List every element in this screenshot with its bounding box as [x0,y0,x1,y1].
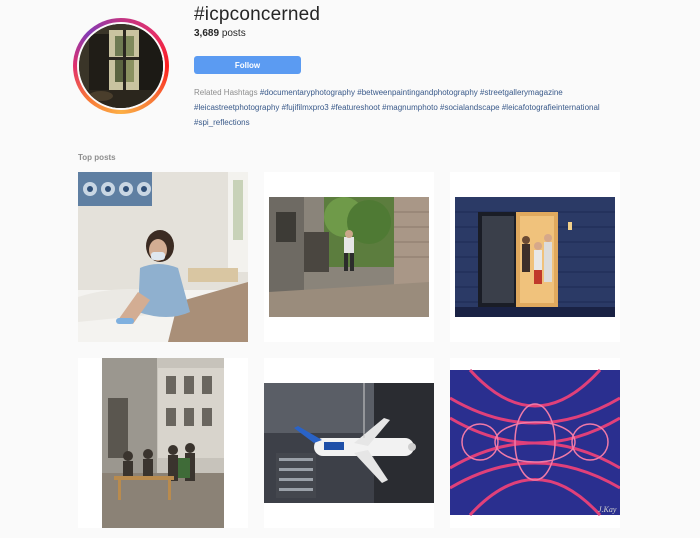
profile-avatar-ring[interactable] [73,18,169,114]
post-tile-abstract-pattern[interactable]: J.Kay [450,358,620,528]
profile-avatar [77,22,165,110]
top-posts-heading: Top posts [78,153,116,162]
hashtag-title: #icpconcerned [194,4,321,25]
post-tile-airplane-model[interactable] [264,358,434,528]
related-hashtag-link[interactable]: #fujifilmxpro3 [282,103,329,112]
follow-button[interactable]: Follow [194,56,301,74]
related-hashtag-link[interactable]: #documentaryphotography [260,88,355,97]
related-hashtag-link[interactable]: #magnumphoto [382,103,438,112]
related-hashtag-link[interactable]: #socialandscape [440,103,500,112]
related-hashtags-label: Related Hashtags [194,88,258,97]
related-hashtag-link[interactable]: #leicafotografieinternational [502,103,600,112]
post-count-label: posts [221,28,246,39]
post-tile-courtyard[interactable] [264,172,434,342]
related-hashtag-link[interactable]: #spi_reflections [194,118,250,127]
post-count-value: 3,689 [194,28,220,39]
related-hashtag-link[interactable]: #betweenpaintingandphotography [357,88,478,97]
related-hashtags: Related Hashtags #documentaryphotography… [194,85,614,130]
related-hashtag-link[interactable]: #streetgallerymagazine [480,88,563,97]
signature-watermark: J.Kay [598,505,617,514]
related-hashtag-link[interactable]: #featureshoot [331,103,380,112]
related-hashtag-link[interactable]: #leicastreetphotography [194,103,279,112]
post-tile-woman-mask-bed[interactable] [78,172,248,342]
post-tile-street-cafe[interactable] [78,358,248,528]
post-count: 3,689 posts [194,28,246,39]
post-tile-family-doorway[interactable] [450,172,620,342]
